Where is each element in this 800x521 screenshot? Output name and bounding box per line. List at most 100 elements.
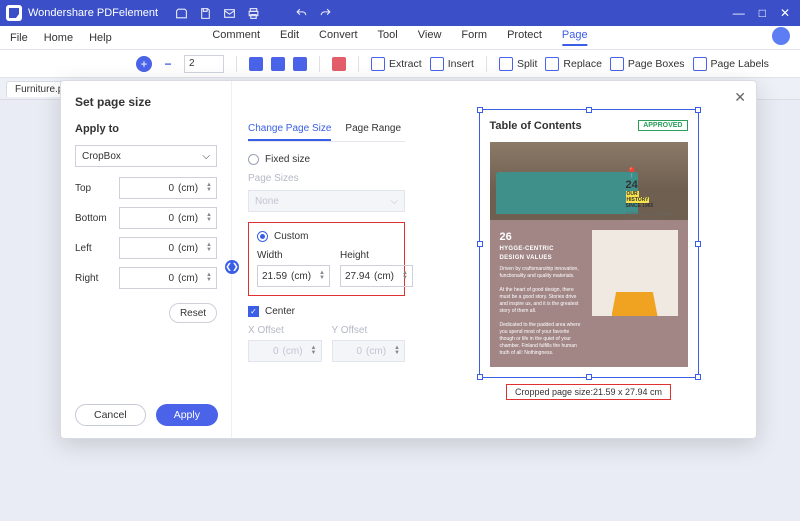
menu-tool[interactable]: Tool xyxy=(378,29,398,46)
custom-size-group: Custom Width 21.59(cm)▲▼ Height 27.94(cm… xyxy=(248,222,405,296)
menu-page[interactable]: Page xyxy=(562,29,588,46)
card-section: 26 HYGGE-CENTRICDESIGN VALUES Driven by … xyxy=(490,220,688,367)
crop-handle[interactable] xyxy=(586,374,592,380)
apply-to-label: Apply to xyxy=(75,123,217,135)
custom-radio[interactable]: Custom xyxy=(257,231,396,242)
replace-button[interactable]: Replace xyxy=(545,57,602,71)
page-thumb1-icon[interactable] xyxy=(249,57,263,71)
crop-handle[interactable] xyxy=(586,107,592,113)
bottom-input[interactable]: 0(cm)▲▼ xyxy=(119,207,217,229)
crop-handle[interactable] xyxy=(695,241,701,247)
window-minimize[interactable]: — xyxy=(733,6,745,20)
menu-edit[interactable]: Edit xyxy=(280,29,299,46)
tab-change-page-size[interactable]: Change Page Size xyxy=(248,123,331,141)
top-input[interactable]: 0(cm)▲▼ xyxy=(119,177,217,199)
height-label: Height xyxy=(340,250,413,261)
dialog-close-icon[interactable]: ✕ xyxy=(734,89,746,106)
size-pane: ❮❯ Change Page Size Page Range Fixed siz… xyxy=(231,81,421,438)
menu-home[interactable]: Home xyxy=(44,32,73,44)
yoffset-label: Y Offset xyxy=(332,325,406,336)
chevron-down-icon: ⌵ xyxy=(202,151,210,162)
right-input[interactable]: 0(cm)▲▼ xyxy=(119,267,217,289)
open-icon[interactable] xyxy=(174,6,188,20)
xoffset-input: 0(cm)▲▼ xyxy=(248,340,322,362)
crop-handle[interactable] xyxy=(477,241,483,247)
dialog-title: Set page size xyxy=(75,95,217,109)
print-icon[interactable] xyxy=(246,6,260,20)
zoom-add-button[interactable]: + xyxy=(136,56,152,72)
page-content: Table of Contents APPROVED 📍 24 OUR HIST… xyxy=(480,110,698,377)
crop-handle[interactable] xyxy=(477,107,483,113)
split-button[interactable]: Split xyxy=(499,57,537,71)
extract-icon xyxy=(371,57,385,71)
quick-access-toolbar xyxy=(174,6,260,20)
menu-comment[interactable]: Comment xyxy=(212,29,260,46)
menu-protect[interactable]: Protect xyxy=(507,29,542,46)
cancel-button[interactable]: Cancel xyxy=(75,404,146,426)
redo-icon[interactable] xyxy=(318,6,332,20)
menu-convert[interactable]: Convert xyxy=(319,29,358,46)
height-input[interactable]: 27.94(cm)▲▼ xyxy=(340,265,413,287)
delete-page-icon[interactable] xyxy=(332,57,346,71)
extract-button[interactable]: Extract xyxy=(371,57,422,71)
center-checkbox[interactable]: ✓Center xyxy=(248,306,405,317)
tab-page-range[interactable]: Page Range xyxy=(345,123,401,141)
reset-button[interactable]: Reset xyxy=(169,303,217,323)
margins-pane: Set page size Apply to CropBox⌵ Top 0(cm… xyxy=(61,81,231,438)
pin-icon: 📍 xyxy=(626,168,638,179)
page-labels-button[interactable]: Page Labels xyxy=(693,57,769,71)
menu-bar: File Home Help Comment Edit Convert Tool… xyxy=(0,26,800,50)
fixed-size-radio[interactable]: Fixed size xyxy=(248,154,405,165)
left-input[interactable]: 0(cm)▲▼ xyxy=(119,237,217,259)
insert-icon xyxy=(430,57,444,71)
crop-handle[interactable] xyxy=(695,107,701,113)
bottom-label: Bottom xyxy=(75,213,119,224)
crop-size-readout: Cropped page size:21.59 x 27.94 cm xyxy=(506,384,671,400)
crop-handle[interactable] xyxy=(477,374,483,380)
mail-icon[interactable] xyxy=(222,6,236,20)
pane-collapse-icon[interactable]: ❮❯ xyxy=(225,260,239,274)
page-labels-icon xyxy=(693,57,707,71)
menu-form[interactable]: Form xyxy=(461,29,487,46)
user-avatar-icon[interactable] xyxy=(772,27,790,45)
app-logo-icon xyxy=(6,5,22,21)
zoom-minus-button[interactable]: − xyxy=(160,56,176,72)
yoffset-input: 0(cm)▲▼ xyxy=(332,340,406,362)
page-number-input[interactable]: 2 xyxy=(184,55,224,73)
save-icon[interactable] xyxy=(198,6,212,20)
page-preview[interactable]: Table of Contents APPROVED 📍 24 OUR HIST… xyxy=(479,109,699,378)
chair-image xyxy=(592,230,678,316)
apply-button[interactable]: Apply xyxy=(156,404,218,426)
page-sizes-dropdown: None⌵ xyxy=(248,190,405,212)
window-close[interactable]: ✕ xyxy=(780,6,790,20)
split-icon xyxy=(499,57,513,71)
cropbox-dropdown[interactable]: CropBox⌵ xyxy=(75,145,217,167)
page-boxes-button[interactable]: Page Boxes xyxy=(610,57,685,71)
left-label: Left xyxy=(75,243,119,254)
page-sizes-label: Page Sizes xyxy=(248,173,405,184)
preview-pane: Table of Contents APPROVED 📍 24 OUR HIST… xyxy=(421,81,756,438)
replace-icon xyxy=(545,57,559,71)
toc-heading: Table of Contents xyxy=(490,120,582,132)
width-label: Width xyxy=(257,250,330,261)
crop-handle[interactable] xyxy=(695,374,701,380)
undo-icon[interactable] xyxy=(294,6,308,20)
chevron-down-icon: ⌵ xyxy=(390,196,398,207)
xoffset-label: X Offset xyxy=(248,325,322,336)
insert-button[interactable]: Insert xyxy=(430,57,474,71)
menu-help[interactable]: Help xyxy=(89,32,112,44)
app-name: Wondershare PDFelement xyxy=(28,7,158,19)
menu-view[interactable]: View xyxy=(418,29,442,46)
right-label: Right xyxy=(75,273,119,284)
page-thumb2-icon[interactable] xyxy=(271,57,285,71)
width-input[interactable]: 21.59(cm)▲▼ xyxy=(257,265,330,287)
window-maximize[interactable]: □ xyxy=(759,6,766,20)
title-bar: Wondershare PDFelement — □ ✕ xyxy=(0,0,800,26)
set-page-size-dialog: ✕ Set page size Apply to CropBox⌵ Top 0(… xyxy=(60,80,757,439)
menu-file[interactable]: File xyxy=(10,32,28,44)
top-label: Top xyxy=(75,183,119,194)
page-boxes-icon xyxy=(610,57,624,71)
page-thumb3-icon[interactable] xyxy=(293,57,307,71)
page-toolbar: + − 2 Extract Insert Split Replace Page … xyxy=(0,50,800,78)
approved-stamp: APPROVED xyxy=(638,120,687,131)
